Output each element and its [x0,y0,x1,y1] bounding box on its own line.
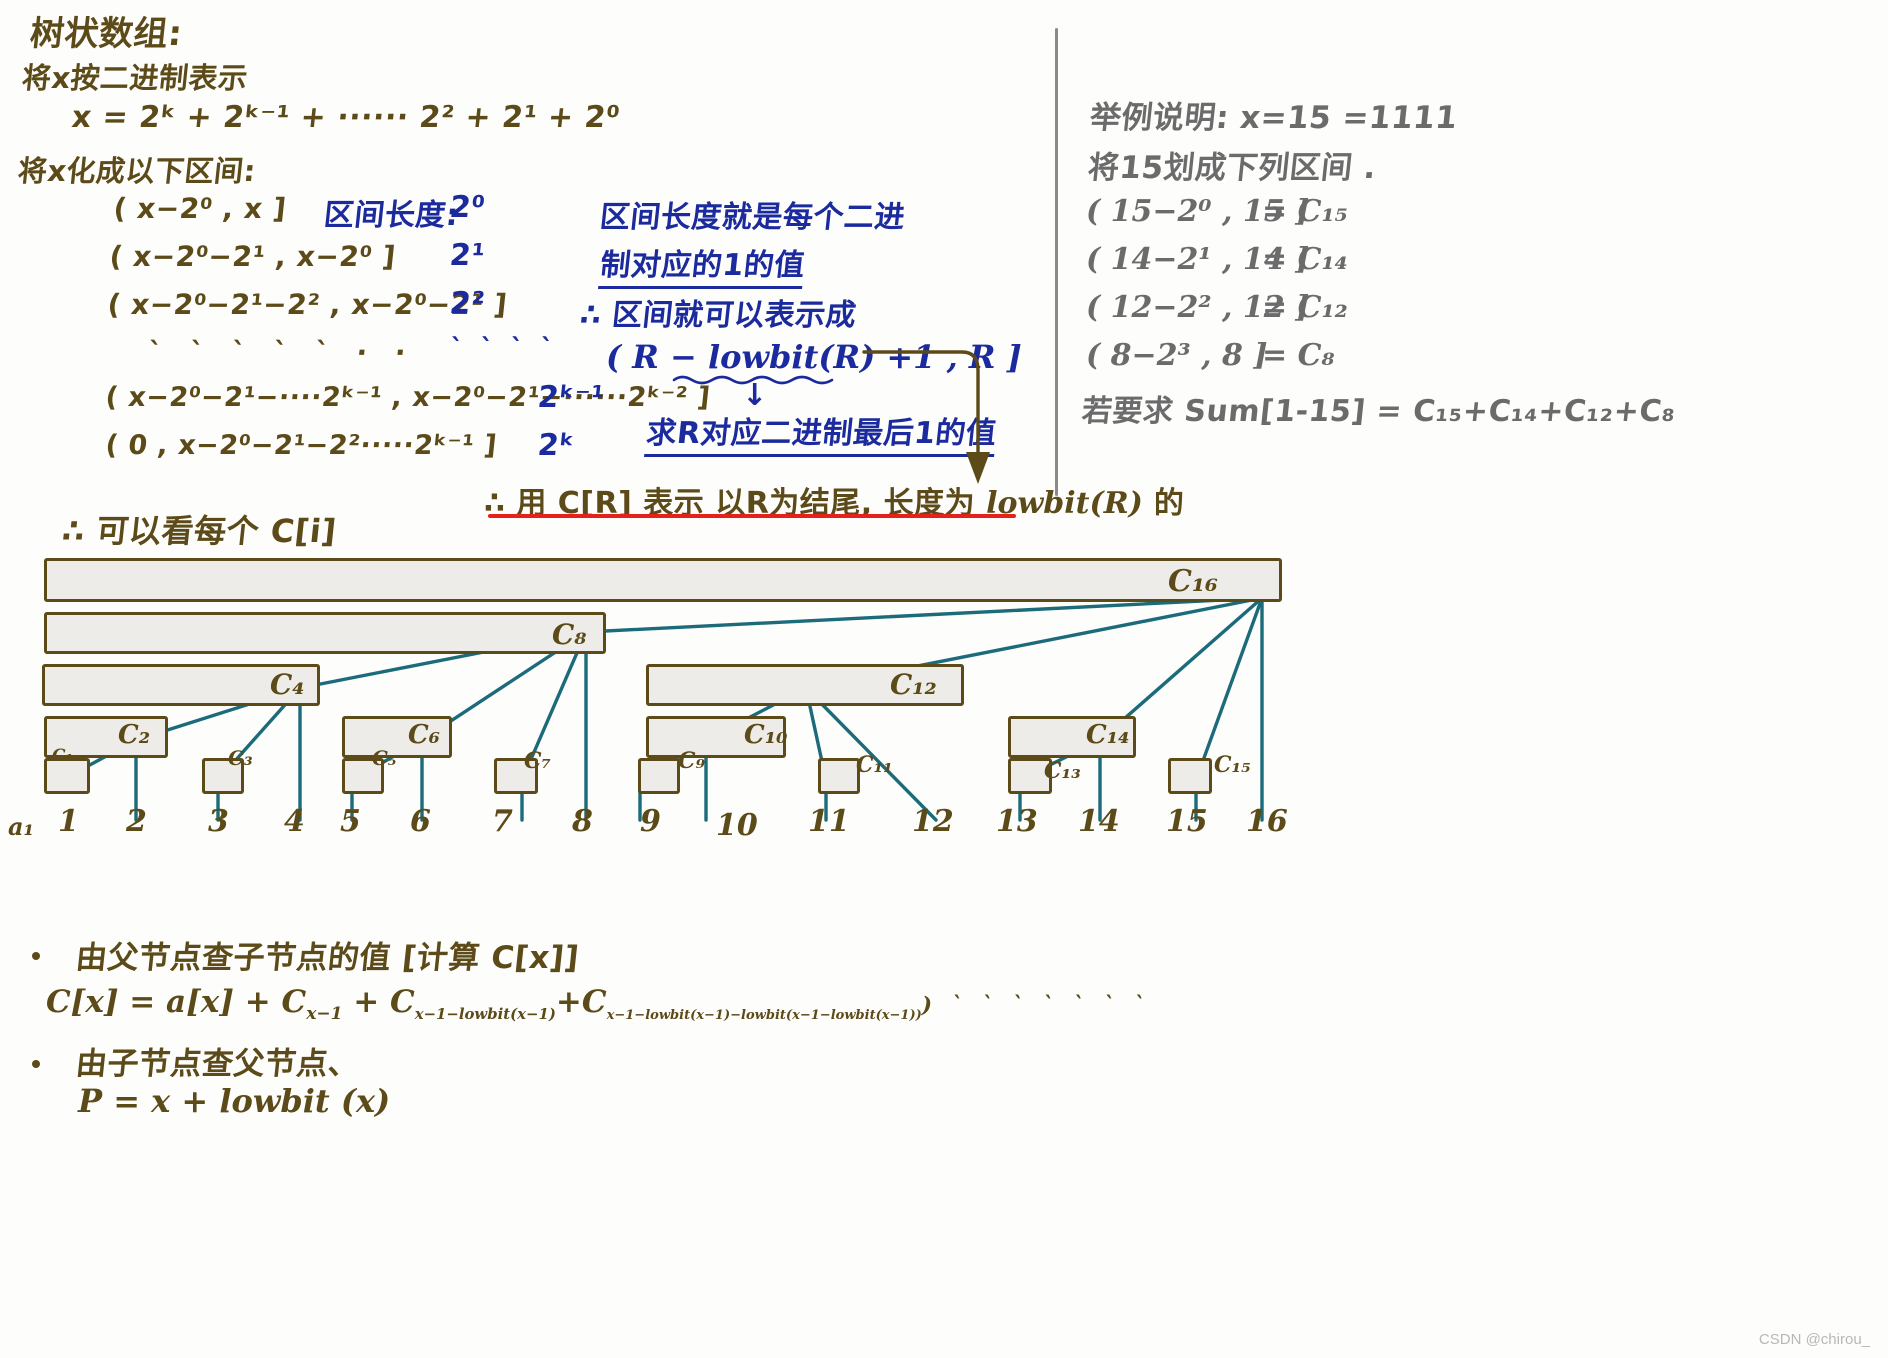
axis-number: 16 [1246,804,1288,839]
middle-note-line1: 区间长度就是每个二进 [598,200,907,235]
interval-length-header: 区间长度: [322,198,461,233]
tree-node-label: C₁₃ [1044,758,1081,784]
red-underline [488,514,1016,518]
formula1-plus2: +C [555,984,607,1020]
example-row-eq: = C₁₅ [1262,194,1348,229]
axis-number: 1 [58,804,79,839]
formula1-sub2: x−1−lowbit(x−1) [414,1005,556,1024]
formula1-tail: ) ` ` ` ` ` ` ` [921,993,1151,1018]
left-expression-x: x = 2ᵏ + 2ᵏ⁻¹ + ······ 2² + 2¹ + 2⁰ [70,100,622,135]
tree-node-c9 [638,758,680,794]
interval-range: ( 0 , x−2⁰−2¹−2²·····2ᵏ⁻¹ ] [104,430,499,461]
tree-node-label: C₃ [228,746,253,770]
interval-range: ( x−2⁰−2¹ , x−2⁰ ] [108,240,398,273]
axis-number: 3 [208,804,229,839]
interval-length-ellipsis: ` ` ` ` [448,334,559,364]
tree-node-label: C₂ [118,720,151,750]
axis-number: 15 [1166,804,1208,839]
formula1-plus: + C [342,984,415,1020]
example-row-eq: = C₁₄ [1262,242,1348,277]
interval-length-value: 2ᵏ [536,428,577,463]
interval-range-ellipsis: ` ` ` ` ` · · [146,336,417,369]
tree-node-c8 [44,612,606,654]
axis-number: 9 [640,804,661,839]
formula1-sub3: x−1−lowbit(x−1)−lowbit(x−1−lowbit(x−1)) [606,1008,922,1024]
watermark: CSDN @chirou_ [1758,1331,1870,1348]
bottom-bullet-2-text: 由子节点查父节点、 [74,1046,362,1082]
axis-number: 8 [572,804,593,839]
bottom-formula-1: C[x] = a[x] + Cx−1 + Cx−1−lowbit(x−1)+Cx… [46,984,1151,1024]
tree-node-label: C₇ [524,748,552,774]
example-title: 举例说明: x=15 =1111 [1088,100,1460,136]
axis-origin-label: a₁ [8,812,35,841]
tree-node-label: C₆ [408,720,441,750]
tree-node-label: C₁₁ [856,752,893,778]
interval-length-value: 2⁰ [448,190,487,225]
axis-number: 5 [340,804,361,839]
formula1-sub1: x−1 [306,1004,343,1025]
bottom-bullet-1-text: 由父节点查子节点的值 [计算 C[x]] [74,940,581,976]
tree-node-label: C₁₄ [1086,720,1130,750]
tree-node-c16 [44,558,1282,602]
tree-node-label: C₄ [270,668,305,701]
middle-note-conclusion: ∴ 区间就可以表示成 [578,298,859,333]
bottom-formula-2: P = x + lowbit (x) [78,1082,391,1120]
axis-number: 7 [492,804,513,839]
middle-note-line2: 制对应的1的值 [598,240,808,289]
formula1-head: C[x] = a[x] + C [46,984,307,1020]
example-sum-line: 若要求 Sum[1-15] = C₁₅+C₁₄+C₁₂+C₈ [1080,394,1678,429]
conclusion-suffix: 的 [1142,486,1185,521]
tree-node-c11 [818,758,860,794]
interval-length-value: 2ᵏ⁻¹ [536,380,607,415]
axis-number: 6 [410,804,431,839]
interval-range: ( x−2⁰−2¹−····2ᵏ⁻¹ , x−2⁰−2¹−······2ᵏ⁻² … [104,382,712,413]
left-subtitle-intervals: 将x化成以下区间: [16,154,258,188]
tree-node-label: C₁ [52,746,73,766]
axis-number: 11 [808,804,850,839]
long-arrow-icon [862,350,990,484]
axis-number: 4 [284,804,305,839]
tree-node-label: C₈ [552,618,587,651]
axis-number: 10 [716,808,758,843]
axis-number: 12 [912,804,954,839]
bullet-dot-2 [32,1060,40,1068]
example-row-eq: = C₈ [1262,338,1335,373]
bullet-dot-1 [32,952,40,960]
left-subtitle-binary: 将x按二进制表示 [20,61,250,95]
interval-length-value: 2² [448,286,487,321]
tree-node-label: C₁₂ [890,668,937,701]
tree-node-c15 [1168,758,1212,794]
interval-range: ( x−2⁰ , x ] [112,192,289,225]
vertical-divider [1055,28,1058,496]
page-title: 树状数组: [28,14,185,54]
interval-length-value: 2¹ [448,238,487,273]
tree-node-label: C₅ [372,746,397,770]
example-subtitle: 将15划成下列区间 . [1086,150,1379,186]
example-row-eq: = C₁₂ [1262,290,1348,325]
axis-number: 2 [126,804,147,839]
tree-node-label: C₁₀ [744,720,788,750]
fenwick-tree-diagram: C₁₆ C₈ C₄ C₁₂ C₂ C₆ C₁₀ C₁₄ C₁ C₃ C₅ C₇ … [0,540,1380,843]
axis-number: 13 [996,804,1038,839]
tree-node-label: C₁₆ [1168,564,1219,599]
example-row-range: ( 8−2³ , 8 ] [1086,338,1268,373]
axis-number: 14 [1078,804,1120,839]
tree-node-label: C₁₅ [1214,752,1251,778]
tree-node-label: C₉ [678,748,706,774]
